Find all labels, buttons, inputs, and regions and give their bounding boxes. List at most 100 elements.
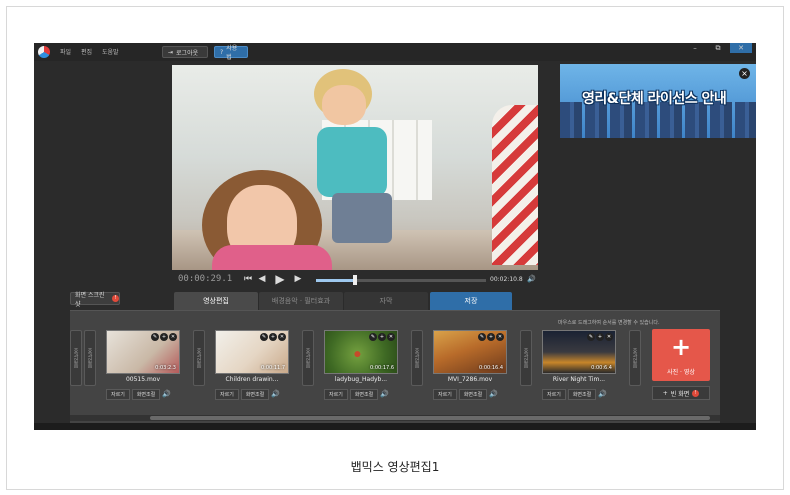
edit-icon[interactable]: ✎ bbox=[369, 333, 377, 341]
end-timecode: 00:02:10.8 bbox=[490, 276, 523, 283]
tab-bgm-filter[interactable]: 배경음악 · 필터효과 bbox=[259, 292, 343, 310]
skip-start-icon[interactable]: ⏮ bbox=[242, 273, 254, 285]
video-girl-top bbox=[212, 245, 332, 270]
delete-icon[interactable]: ✕ bbox=[278, 333, 286, 341]
blank-screen-button[interactable]: + 빈 화면 ! bbox=[652, 386, 710, 400]
video-kid-shirt bbox=[317, 127, 387, 197]
timeline-scrollbar[interactable] bbox=[70, 415, 720, 421]
logout-icon: ⇥ bbox=[168, 48, 174, 56]
delete-icon[interactable]: ✕ bbox=[169, 333, 177, 341]
clip-duration: 0:00:11.7 bbox=[260, 365, 285, 371]
clip-card[interactable]: ✎ + ✕ 0:00:6.4 River Night Tim... bbox=[542, 330, 616, 387]
ad-text: 영리&단체 라이선스 안내 bbox=[582, 91, 727, 107]
video-preview[interactable] bbox=[172, 65, 538, 270]
add-icon[interactable]: + bbox=[160, 333, 168, 341]
plus-icon: + bbox=[671, 333, 692, 361]
tab-save[interactable]: 저장 bbox=[430, 292, 512, 310]
adjust-button[interactable]: 화면조절 bbox=[240, 389, 270, 400]
volume-icon[interactable]: 🔊 bbox=[527, 275, 536, 283]
screenshot-label: 화면 스크린샷 bbox=[75, 291, 105, 308]
step-back-icon[interactable]: ◀ bbox=[256, 273, 268, 285]
plus-icon: + bbox=[662, 389, 668, 397]
minimize-icon[interactable]: – bbox=[684, 43, 706, 53]
restore-icon[interactable]: ⧉ bbox=[707, 43, 729, 53]
app-logo-icon bbox=[38, 46, 50, 58]
adjust-button[interactable]: 화면조절 bbox=[349, 389, 379, 400]
clip-volume-icon[interactable]: 🔊 bbox=[271, 389, 280, 400]
screenshot-button[interactable]: 화면 스크린샷 ! bbox=[70, 291, 120, 308]
clip-thumbnail[interactable]: ✎ + ✕ 0:03:2.3 bbox=[106, 330, 180, 374]
clip-duration: 0:03:2.3 bbox=[155, 365, 176, 371]
clip-thumbnail[interactable]: ✎ + ✕ 0:00:17.6 bbox=[324, 330, 398, 374]
transition-slot[interactable]: 효과없음 bbox=[629, 330, 641, 386]
clip-volume-icon[interactable]: 🔊 bbox=[162, 389, 171, 400]
delete-icon[interactable]: ✕ bbox=[387, 333, 395, 341]
clip-name: ladybug_Hadyb... bbox=[334, 376, 388, 383]
step-forward-icon[interactable]: ▶ bbox=[292, 273, 304, 285]
logout-button[interactable]: ⇥ 로그아웃 bbox=[162, 46, 208, 58]
clip-name: Children drawin... bbox=[225, 376, 279, 383]
play-icon[interactable]: ▶ bbox=[274, 273, 286, 285]
add-icon[interactable]: + bbox=[378, 333, 386, 341]
add-media-button[interactable]: + 사진 · 영상 bbox=[652, 329, 710, 381]
adjust-button[interactable]: 화면조절 bbox=[567, 389, 597, 400]
clip-buttons: 자르기 화면조절 🔊 bbox=[106, 389, 171, 402]
current-timecode: 00:00:29.1 bbox=[178, 274, 233, 284]
seek-bar[interactable] bbox=[316, 275, 486, 285]
menu-file[interactable]: 파일 bbox=[60, 47, 71, 56]
guide-label: 사용법 bbox=[226, 45, 238, 61]
clip-card[interactable]: ✎ + ✕ 0:03:2.3 00515.mov bbox=[106, 330, 180, 387]
close-window-icon[interactable]: ✕ bbox=[730, 43, 752, 53]
clip-buttons: 자르기 화면조절 🔊 bbox=[324, 389, 389, 402]
cut-button[interactable]: 자르기 bbox=[215, 389, 239, 400]
clip-volume-icon[interactable]: 🔊 bbox=[598, 389, 607, 400]
edit-icon[interactable]: ✎ bbox=[478, 333, 486, 341]
clip-card[interactable]: ✎ + ✕ 0:00:11.7 Children drawin... bbox=[215, 330, 289, 387]
blank-screen-label: 빈 화면 bbox=[670, 390, 690, 398]
clip-card[interactable]: ✎ + ✕ 0:00:16.4 MVI_7286.mov bbox=[433, 330, 507, 387]
transition-slot[interactable]: 효과없음 bbox=[193, 330, 205, 386]
license-ad-banner[interactable]: 영리&단체 라이선스 안내 × bbox=[560, 64, 756, 138]
adjust-button[interactable]: 화면조절 bbox=[458, 389, 488, 400]
delete-icon[interactable]: ✕ bbox=[496, 333, 504, 341]
clip-thumbnail[interactable]: ✎ + ✕ 0:00:16.4 bbox=[433, 330, 507, 374]
new-badge-icon: ! bbox=[112, 295, 119, 302]
guide-button[interactable]: ? 사용법 bbox=[214, 45, 248, 61]
clip-thumbnail[interactable]: ✎ + ✕ 0:00:11.7 bbox=[215, 330, 289, 374]
seek-knob[interactable] bbox=[353, 275, 358, 285]
edit-icon[interactable]: ✎ bbox=[587, 333, 595, 341]
menu-help[interactable]: 도움말 bbox=[102, 47, 119, 56]
cut-button[interactable]: 자르기 bbox=[106, 389, 130, 400]
cut-button[interactable]: 자르기 bbox=[324, 389, 348, 400]
add-icon[interactable]: + bbox=[269, 333, 277, 341]
clip-tools: ✎ + ✕ bbox=[369, 333, 395, 341]
cut-button[interactable]: 자르기 bbox=[433, 389, 457, 400]
clip-volume-icon[interactable]: 🔊 bbox=[489, 389, 498, 400]
add-icon[interactable]: + bbox=[596, 333, 604, 341]
clip-name: MVI_7286.mov bbox=[447, 376, 493, 383]
tab-video-edit[interactable]: 영상편집 bbox=[174, 292, 258, 310]
ad-close-icon[interactable]: × bbox=[739, 68, 750, 79]
transition-slot[interactable]: 효과없음 bbox=[84, 330, 96, 386]
adjust-button[interactable]: 화면조절 bbox=[131, 389, 161, 400]
edit-icon[interactable]: ✎ bbox=[260, 333, 268, 341]
clip-buttons: 자르기 화면조절 🔊 bbox=[542, 389, 607, 402]
menu-edit[interactable]: 편집 bbox=[81, 47, 92, 56]
clip-tools: ✎ + ✕ bbox=[151, 333, 177, 341]
tab-subtitle[interactable]: 자막 bbox=[344, 292, 428, 310]
delete-icon[interactable]: ✕ bbox=[605, 333, 613, 341]
clip-volume-icon[interactable]: 🔊 bbox=[380, 389, 389, 400]
app-window: 파일 편집 도움말 ⇥ 로그아웃 ? 사용법 – ⧉ ✕ 영리&단체 라이선스 … bbox=[34, 43, 756, 430]
scroll-thumb[interactable] bbox=[150, 416, 710, 420]
transition-slot[interactable]: 효과없음 bbox=[302, 330, 314, 386]
edit-icon[interactable]: ✎ bbox=[151, 333, 159, 341]
transition-slot[interactable]: 효과없음 bbox=[70, 330, 82, 386]
clip-card[interactable]: ✎ + ✕ 0:00:17.6 ladybug_Hadyb... bbox=[324, 330, 398, 387]
transition-slot[interactable]: 효과없음 bbox=[520, 330, 532, 386]
add-icon[interactable]: + bbox=[487, 333, 495, 341]
clip-thumbnail[interactable]: ✎ + ✕ 0:00:6.4 bbox=[542, 330, 616, 374]
seek-progress bbox=[316, 279, 356, 282]
transition-slot[interactable]: 효과없음 bbox=[411, 330, 423, 386]
video-kid-pants bbox=[332, 193, 392, 243]
cut-button[interactable]: 자르기 bbox=[542, 389, 566, 400]
